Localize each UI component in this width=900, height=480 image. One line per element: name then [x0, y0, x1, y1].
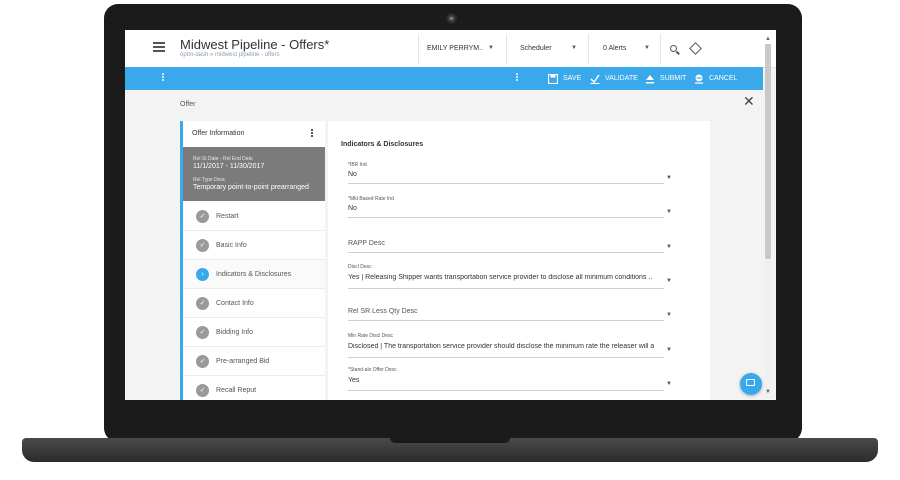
field-value: Yes | Releasing Shipper wants transporta… — [348, 274, 653, 281]
more-vertical-icon[interactable] — [162, 73, 164, 75]
header-divider — [418, 34, 419, 64]
rel-sr-less-qty-desc-select[interactable]: Rel SR Less Qty Desc ▼ — [348, 305, 672, 321]
page-scrollbar-thumb[interactable] — [765, 44, 771, 259]
save-button[interactable]: SAVE — [547, 72, 582, 85]
validate-label: VALIDATE — [605, 75, 638, 82]
submit-label: SUBMIT — [660, 75, 687, 82]
check-icon: ✓ — [196, 239, 209, 252]
cancel-button[interactable]: CANCEL — [694, 72, 737, 85]
submit-button[interactable]: SUBMIT — [645, 72, 686, 85]
validate-check-icon — [590, 74, 600, 84]
field-placeholder: Rel SR Less Qty Desc — [348, 308, 418, 315]
validate-button[interactable]: VALIDATE — [590, 72, 638, 85]
header-divider — [506, 34, 507, 64]
check-icon: ✓ — [196, 210, 209, 223]
field-value: No — [348, 205, 357, 212]
release-type-value: Temporary point-to-point prearranged — [193, 184, 309, 191]
scroll-down-icon[interactable]: ▼ — [765, 389, 771, 395]
menu-icon[interactable] — [153, 42, 165, 52]
offer-section-label: Offer — [180, 101, 196, 108]
app-screen: Midwest Pipeline - Offers* optm-dash » m… — [125, 30, 776, 400]
diamond-settings-icon[interactable] — [689, 42, 702, 55]
field-label: *Mkt Based Rate Ind — [348, 196, 394, 202]
mkt-based-rate-ind-select[interactable]: *Mkt Based Rate Ind No ▼ — [348, 196, 672, 218]
chevron-down-icon[interactable]: ▼ — [488, 45, 494, 51]
scroll-up-icon[interactable]: ▲ — [765, 36, 771, 42]
page-title: Midwest Pipeline - Offers* — [180, 37, 330, 52]
chevron-down-icon[interactable]: ▼ — [644, 45, 650, 51]
step-label: Pre-arranged Bid — [216, 358, 270, 365]
date-range-label: Rel St Date - Rel End Date — [193, 156, 253, 162]
user-menu[interactable]: EMILY PERRYM.. — [427, 45, 483, 52]
alerts-menu[interactable]: 0 Alerts — [603, 45, 626, 52]
step-restart[interactable]: ✓ Restart — [183, 202, 325, 231]
release-type-label: Rel Type Desc — [193, 177, 226, 183]
step-label: Basic Info — [216, 242, 247, 249]
more-vertical-icon[interactable] — [311, 129, 313, 131]
step-indicators-disclosures[interactable]: › Indicators & Disclosures — [183, 260, 325, 289]
check-icon: ✓ — [196, 384, 209, 397]
form-title: Indicators & Disclosures — [341, 141, 424, 148]
offer-summary-card: Rel St Date - Rel End Date 11/1/2017 - 1… — [183, 147, 325, 201]
header-divider — [660, 34, 661, 64]
chevron-down-icon[interactable]: ▼ — [666, 244, 672, 250]
step-label: Indicators & Disclosures — [216, 271, 292, 278]
stand-alone-offer-desc-select[interactable]: *Stand-alo Offer Desc Yes ▼ — [348, 367, 672, 391]
field-value: Disclosed | The transportation service p… — [348, 343, 654, 350]
field-label: Min Rate Discl Desc — [348, 333, 394, 339]
app-header: Midwest Pipeline - Offers* optm-dash » m… — [125, 30, 776, 68]
check-icon: ✓ — [196, 355, 209, 368]
chevron-down-icon[interactable]: ▼ — [666, 175, 672, 181]
cancel-label: CANCEL — [709, 75, 738, 82]
action-toolbar: SAVE VALIDATE SUBMIT CANCEL — [125, 67, 763, 90]
chevron-down-icon[interactable]: ▼ — [666, 381, 672, 387]
step-label: Contact Info — [216, 300, 254, 307]
rapp-desc-select[interactable]: RAPP Desc ▼ — [348, 237, 672, 253]
chevron-down-icon[interactable]: ▼ — [666, 312, 672, 318]
offer-information-title: Offer Information — [192, 130, 245, 137]
step-label: Bidding Info — [216, 329, 253, 336]
step-pre-arranged-bid[interactable]: ✓ Pre-arranged Bid — [183, 347, 325, 376]
field-label: *Stand-alo Offer Desc — [348, 367, 397, 373]
save-icon — [547, 73, 559, 84]
chevron-down-icon[interactable]: ▼ — [666, 278, 672, 284]
discl-desc-select[interactable]: Discl Desc Yes | Releasing Shipper wants… — [348, 264, 672, 289]
field-placeholder: RAPP Desc — [348, 240, 385, 247]
check-icon: ✓ — [196, 297, 209, 310]
more-vertical-icon[interactable] — [516, 73, 518, 75]
breadcrumb[interactable]: optm-dash » midwest pipeline - offers — [180, 52, 280, 58]
cancel-icon — [694, 74, 704, 84]
chevron-down-icon[interactable]: ▼ — [666, 347, 672, 353]
field-label: Discl Desc — [348, 264, 372, 270]
offer-information-header[interactable]: Offer Information — [183, 121, 325, 145]
step-label: Recall Reput — [216, 387, 257, 394]
offer-steps-panel: Offer Information Rel St Date - Rel End … — [180, 121, 325, 400]
scheduler-menu[interactable]: Scheduler — [520, 45, 552, 52]
field-value: No — [348, 171, 357, 178]
min-rate-discl-desc-select[interactable]: Min Rate Discl Desc Disclosed | The tran… — [348, 333, 672, 358]
upload-icon — [645, 74, 655, 84]
ibr-ind-select[interactable]: *IBR Ind No ▼ — [348, 162, 672, 184]
webcam-icon — [446, 13, 457, 24]
close-icon[interactable]: ✕ — [743, 94, 755, 108]
chevron-down-icon[interactable]: ▼ — [571, 45, 577, 51]
monitor-icon — [746, 379, 755, 386]
date-range-value: 11/1/2017 - 11/30/2017 — [193, 163, 265, 170]
feedback-fab-button[interactable] — [740, 373, 762, 395]
search-icon[interactable] — [670, 45, 677, 52]
step-bidding-info[interactable]: ✓ Bidding Info — [183, 318, 325, 347]
step-recall-reput[interactable]: ✓ Recall Reput — [183, 376, 325, 400]
check-icon: ✓ — [196, 326, 209, 339]
laptop-hinge-notch — [390, 438, 510, 443]
step-label: Restart — [216, 213, 239, 220]
header-divider — [588, 34, 589, 64]
field-value: Yes — [348, 377, 360, 384]
step-contact-info[interactable]: ✓ Contact Info — [183, 289, 325, 318]
chevron-down-icon[interactable]: ▼ — [666, 209, 672, 215]
field-label: *IBR Ind — [348, 162, 367, 168]
chevron-right-icon: › — [196, 268, 209, 281]
indicators-disclosures-form: Indicators & Disclosures *IBR Ind No ▼ *… — [328, 121, 710, 400]
save-label: SAVE — [563, 75, 582, 82]
step-basic-info[interactable]: ✓ Basic Info — [183, 231, 325, 260]
